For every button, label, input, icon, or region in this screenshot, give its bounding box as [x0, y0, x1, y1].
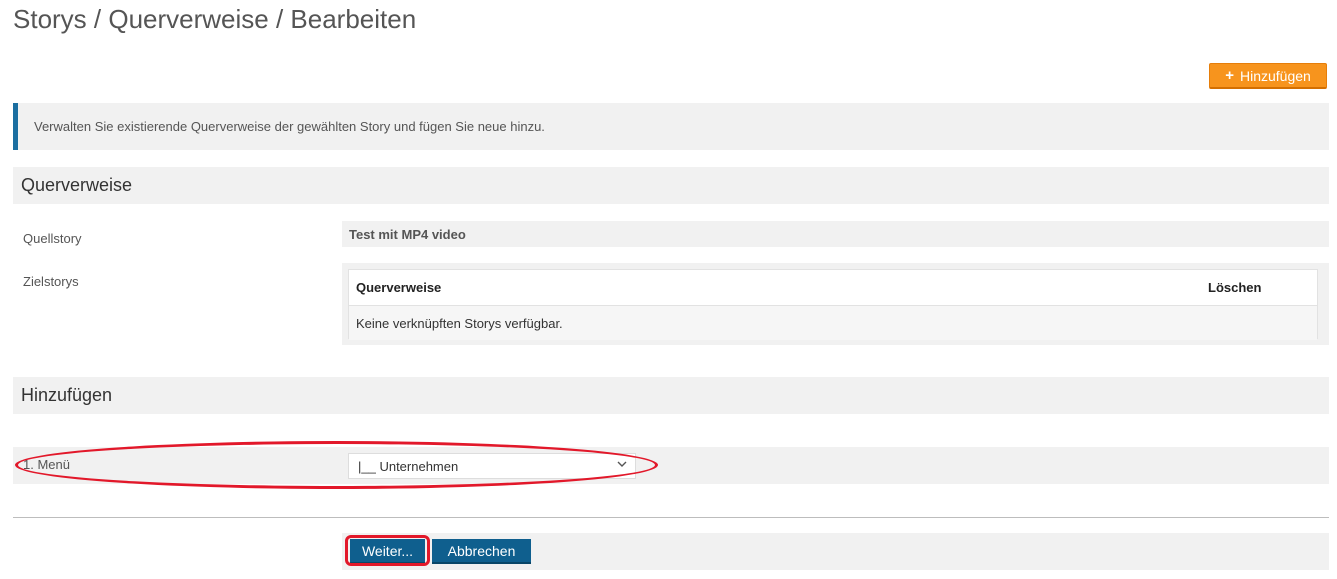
page-title: Storys / Querverweise / Bearbeiten [13, 4, 417, 34]
menu-label: 1. Menü [23, 457, 70, 472]
section-title: Querverweise [21, 175, 133, 195]
section-header-hinzufuegen: Hinzufügen [13, 377, 1329, 414]
cancel-button[interactable]: Abbrechen [432, 539, 531, 564]
table-empty-row: Keine verknüpften Storys verfügbar. [349, 306, 1317, 340]
target-stories-table: Querverweise Löschen Keine verknüpften S… [348, 269, 1318, 340]
chevron-down-icon [617, 461, 627, 467]
menu-row [13, 447, 1329, 484]
info-box: Verwalten Sie existierende Querverweise … [13, 103, 1329, 150]
section-header-querverweise: Querverweise [13, 167, 1329, 204]
section-title: Hinzufügen [21, 385, 113, 405]
menu-select[interactable]: |__ Unternehmen [348, 453, 636, 479]
source-story-value-box: Test mit MP4 video [342, 221, 1329, 247]
menu-select-value: |__ Unternehmen [358, 458, 459, 474]
add-button[interactable]: + Hinzufügen [1209, 63, 1327, 89]
info-text: Verwalten Sie existierende Querverweise … [34, 119, 545, 134]
column-header-loeschen: Löschen [1208, 280, 1262, 295]
table-header-row: Querverweise Löschen [349, 270, 1317, 306]
target-stories-label: Zielstorys [23, 274, 79, 289]
next-button-label: Weiter... [361, 542, 414, 559]
next-button[interactable]: Weiter... [350, 539, 425, 564]
source-story-label: Quellstory [23, 231, 82, 246]
add-button-label: Hinzufügen [1239, 67, 1311, 84]
source-story-value: Test mit MP4 video [349, 227, 466, 242]
plus-icon: + [1225, 67, 1234, 84]
divider [13, 517, 1329, 518]
cancel-button-label: Abbrechen [447, 542, 516, 559]
empty-message: Keine verknüpften Storys verfügbar. [356, 315, 563, 331]
column-header-querverweise: Querverweise [356, 280, 442, 295]
